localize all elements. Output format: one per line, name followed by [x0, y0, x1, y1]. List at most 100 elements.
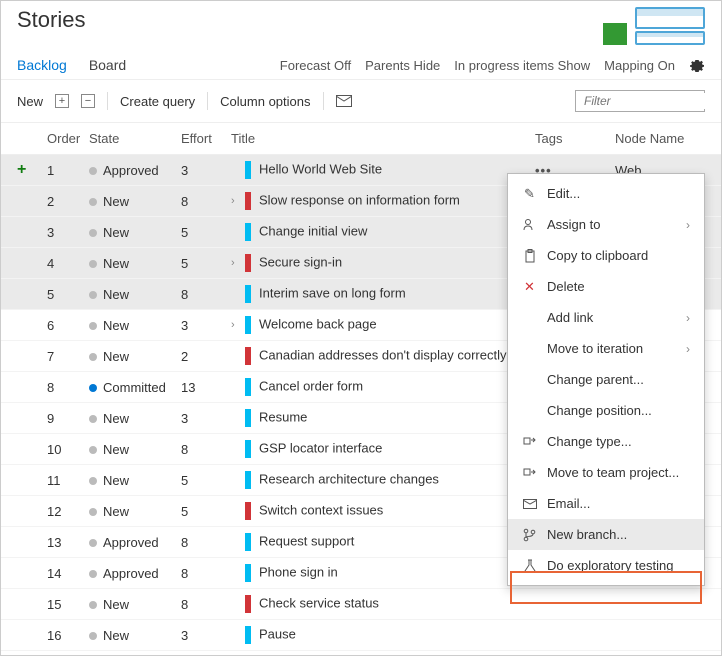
add-child-icon[interactable]: + [55, 94, 69, 108]
page-title: Stories [17, 7, 85, 33]
cell-title[interactable]: Interim save on long form [231, 285, 535, 303]
cell-title[interactable]: Switch context issues [231, 502, 535, 520]
ctx-email[interactable]: Email... [508, 488, 704, 519]
chevron-right-icon: › [686, 342, 690, 356]
gear-icon[interactable] [689, 57, 705, 73]
opt-inprogress[interactable]: In progress items Show [454, 58, 590, 73]
opt-mapping[interactable]: Mapping On [604, 58, 675, 73]
type-bar-icon [245, 440, 251, 458]
cell-state: New [89, 287, 181, 302]
column-options-button[interactable]: Column options [220, 94, 310, 109]
cell-effort: 3 [181, 163, 231, 178]
chevron-right-icon: › [686, 218, 690, 232]
state-dot-icon [89, 477, 97, 485]
table-row[interactable]: 15New8Check service status [1, 589, 721, 620]
ctx-move-iteration[interactable]: Move to iteration› [508, 333, 704, 364]
clipboard-icon [522, 248, 537, 263]
state-dot-icon [89, 353, 97, 361]
cell-title[interactable]: Check service status [231, 595, 535, 613]
type-bar-icon [245, 502, 251, 520]
email-icon[interactable] [336, 95, 352, 107]
ctx-copy[interactable]: Copy to clipboard [508, 240, 704, 271]
cell-order: 5 [47, 287, 89, 302]
cell-order: 2 [47, 194, 89, 209]
opt-forecast[interactable]: Forecast Off [280, 58, 351, 73]
state-dot-icon [89, 384, 97, 392]
cell-effort: 8 [181, 597, 231, 612]
cell-title[interactable]: Phone sign in [231, 564, 535, 582]
cell-title[interactable]: Resume [231, 409, 535, 427]
tab-backlog[interactable]: Backlog [17, 57, 67, 73]
filter-input[interactable] [582, 93, 722, 109]
type-bar-icon [245, 378, 251, 396]
state-dot-icon [89, 632, 97, 640]
cell-title[interactable]: Hello World Web Site [231, 161, 535, 179]
ctx-exploratory-testing[interactable]: Do exploratory testing [508, 550, 704, 581]
cell-state: Approved [89, 163, 181, 178]
sprint-chart [603, 7, 705, 45]
cell-state: New [89, 411, 181, 426]
cell-order: 10 [47, 442, 89, 457]
table-row[interactable]: 16New3Pause [1, 620, 721, 651]
ctx-new-branch[interactable]: New branch... [508, 519, 704, 550]
flask-icon [522, 558, 537, 573]
chevron-right-icon: › [231, 257, 241, 269]
cell-order: 4 [47, 256, 89, 271]
ctx-assign-to[interactable]: Assign to› [508, 209, 704, 240]
cell-effort: 3 [181, 318, 231, 333]
delete-icon: ✕ [522, 279, 537, 294]
ctx-edit[interactable]: ✎Edit... [508, 178, 704, 209]
cell-title[interactable]: ›Secure sign-in [231, 254, 535, 272]
tab-board[interactable]: Board [89, 57, 126, 73]
cell-effort: 3 [181, 628, 231, 643]
cell-title[interactable]: ›Welcome back page [231, 316, 535, 334]
cell-order: 12 [47, 504, 89, 519]
type-bar-icon [245, 347, 251, 365]
cell-order: 15 [47, 597, 89, 612]
cell-title[interactable]: Request support [231, 533, 535, 551]
ctx-change-type[interactable]: Change type... [508, 426, 704, 457]
ctx-change-position[interactable]: Change position... [508, 395, 704, 426]
ctx-add-link[interactable]: Add link› [508, 302, 704, 333]
type-bar-icon [245, 192, 251, 210]
cell-effort: 8 [181, 194, 231, 209]
cell-title[interactable]: Change initial view [231, 223, 535, 241]
filter-input-wrap[interactable] [575, 90, 705, 112]
cell-order: 11 [47, 473, 89, 488]
cell-title[interactable]: Canadian addresses don't display correct… [231, 347, 535, 365]
add-icon[interactable]: + [17, 161, 26, 178]
state-dot-icon [89, 570, 97, 578]
type-bar-icon [245, 285, 251, 303]
cell-effort: 5 [181, 504, 231, 519]
state-dot-icon [89, 539, 97, 547]
cell-title[interactable]: Cancel order form [231, 378, 535, 396]
opt-parents[interactable]: Parents Hide [365, 58, 440, 73]
state-dot-icon [89, 446, 97, 454]
branch-icon [522, 527, 537, 542]
cell-title[interactable]: GSP locator interface [231, 440, 535, 458]
cell-effort: 13 [181, 380, 231, 395]
cell-state: New [89, 194, 181, 209]
ctx-change-parent[interactable]: Change parent... [508, 364, 704, 395]
create-query-button[interactable]: Create query [120, 94, 195, 109]
new-button[interactable]: New [17, 94, 43, 109]
cell-order: 6 [47, 318, 89, 333]
cell-order: 14 [47, 566, 89, 581]
ctx-move-project[interactable]: Move to team project... [508, 457, 704, 488]
state-dot-icon [89, 322, 97, 330]
cell-title[interactable]: Research architecture changes [231, 471, 535, 489]
cell-order: 3 [47, 225, 89, 240]
remove-child-icon[interactable]: − [81, 94, 95, 108]
cell-title[interactable]: Pause [231, 626, 535, 644]
type-bar-icon [245, 409, 251, 427]
cell-state: New [89, 597, 181, 612]
cell-title[interactable]: ›Slow response on information form [231, 192, 535, 210]
type-bar-icon [245, 595, 251, 613]
ctx-delete[interactable]: ✕Delete [508, 271, 704, 302]
chevron-right-icon: › [231, 195, 241, 207]
cell-state: New [89, 504, 181, 519]
type-bar-icon [245, 223, 251, 241]
cell-state: New [89, 442, 181, 457]
cell-order: 7 [47, 349, 89, 364]
type-bar-icon [245, 471, 251, 489]
